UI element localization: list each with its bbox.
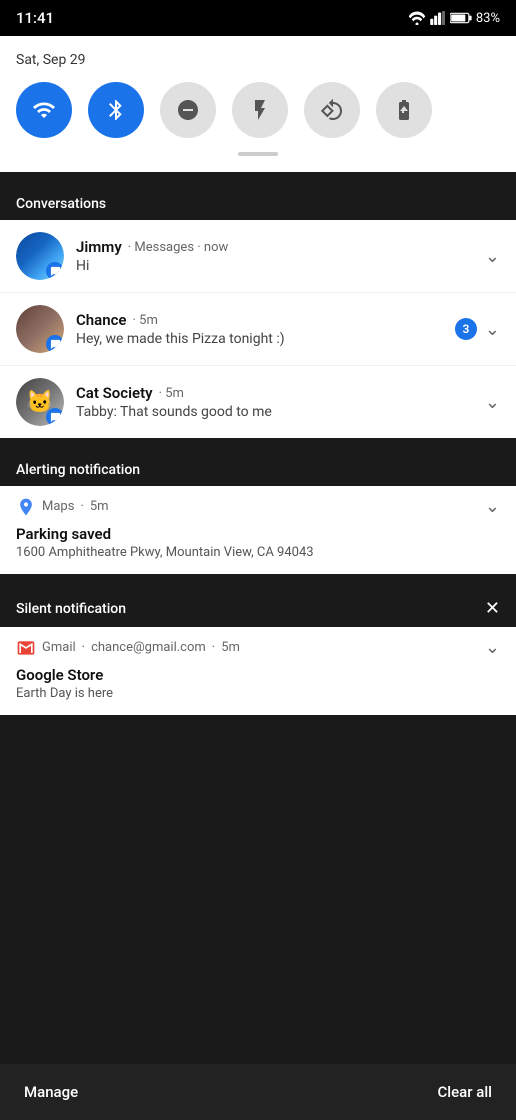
signal-status-icon: [430, 11, 446, 25]
gap-1: [0, 172, 516, 184]
convo-text-jimmy: Hi: [76, 258, 477, 274]
clear-all-button[interactable]: Clear all: [438, 1083, 493, 1101]
qs-bluetooth-button[interactable]: [88, 82, 144, 138]
convo-content-cat-society: Cat Society · 5m Tabby: That sounds good…: [76, 384, 477, 420]
qs-wifi-button[interactable]: [16, 82, 72, 138]
conversation-chance[interactable]: Chance · 5m Hey, we made this Pizza toni…: [0, 293, 516, 366]
silent-notification-card[interactable]: Gmail · chance@gmail.com · 5m ⌄ Google S…: [0, 627, 516, 715]
convo-name-cat-society: Cat Society: [76, 384, 153, 402]
avatar-chance: [16, 305, 64, 353]
convo-meta-jimmy: · Messages · now: [128, 240, 229, 255]
gap-2: [0, 438, 516, 450]
messages-app-icon-cat: [46, 408, 64, 426]
conversations-section-label: Conversations: [0, 184, 516, 220]
gmail-app-icon: [16, 638, 36, 658]
wifi-status-icon: [408, 11, 426, 25]
status-bar: 11:41 83%: [0, 0, 516, 36]
bottom-action-bar: Manage Clear all: [0, 1064, 516, 1120]
convo-content-jimmy: Jimmy · Messages · now Hi: [76, 238, 477, 274]
qs-flashlight-button[interactable]: [232, 82, 288, 138]
qs-battery-saver-button[interactable]: [376, 82, 432, 138]
alerting-section-label: Alerting notification: [0, 450, 516, 486]
silent-title: Google Store: [16, 666, 500, 684]
convo-meta-cat-society: · 5m: [159, 386, 184, 401]
messages-app-icon-chance: [46, 335, 64, 353]
convo-content-chance: Chance · 5m Hey, we made this Pizza toni…: [76, 311, 447, 347]
silent-email: chance@gmail.com: [91, 640, 206, 655]
unread-badge-chance: 3: [455, 318, 477, 340]
convo-meta-chance: · 5m: [133, 313, 158, 328]
alerting-app-name: Maps: [42, 499, 74, 514]
qs-date: Sat, Sep 29: [16, 52, 500, 68]
manage-button[interactable]: Manage: [24, 1083, 78, 1101]
silent-close-button[interactable]: ✕: [485, 598, 500, 619]
gap-3: [0, 574, 516, 586]
silent-section-label: Silent notification ✕: [0, 586, 516, 627]
silent-time: 5m: [221, 640, 240, 655]
silent-text: Earth Day is here: [16, 686, 500, 701]
convo-name-jimmy: Jimmy: [76, 238, 122, 256]
alerting-app-dot: ·: [80, 499, 83, 514]
qs-drag-handle: [238, 152, 278, 156]
quick-settings-panel: Sat, Sep 29: [0, 36, 516, 172]
conversation-cat-society[interactable]: 🐱 Cat Society · 5m Tabby: That sounds go…: [0, 366, 516, 438]
alerting-notification-card[interactable]: Maps · 5m ⌄ Parking saved 1600 Amphithea…: [0, 486, 516, 574]
silent-app-info: Gmail · chance@gmail.com · 5m: [16, 638, 240, 658]
avatar-jimmy: [16, 232, 64, 280]
messages-app-icon: [46, 262, 64, 280]
chevron-down-icon-maps[interactable]: ⌄: [485, 496, 500, 517]
battery-status-icon: [450, 11, 472, 25]
qs-dnd-button[interactable]: [160, 82, 216, 138]
alerting-title: Parking saved: [16, 525, 500, 543]
status-time: 11:41: [16, 9, 54, 27]
conversations-card: Jimmy · Messages · now Hi ⌄ Chance · 5m …: [0, 220, 516, 438]
qs-rotate-button[interactable]: [304, 82, 360, 138]
gap-bottom: [0, 715, 516, 775]
convo-text-chance: Hey, we made this Pizza tonight :): [76, 331, 447, 347]
status-icons: 83%: [408, 11, 500, 26]
chevron-down-icon-jimmy[interactable]: ⌄: [485, 246, 500, 267]
maps-app-icon: [16, 497, 36, 517]
convo-name-chance: Chance: [76, 311, 127, 329]
chevron-down-icon-cat[interactable]: ⌄: [485, 392, 500, 413]
alerting-text: 1600 Amphitheatre Pkwy, Mountain View, C…: [16, 545, 500, 560]
qs-buttons-row: [16, 82, 500, 138]
conversation-jimmy[interactable]: Jimmy · Messages · now Hi ⌄: [0, 220, 516, 293]
silent-app-name: Gmail: [42, 640, 76, 655]
avatar-cat-society: 🐱: [16, 378, 64, 426]
convo-text-cat-society: Tabby: That sounds good to me: [76, 404, 477, 420]
chevron-down-icon-gmail[interactable]: ⌄: [485, 637, 500, 658]
alerting-app-info: Maps · 5m: [16, 497, 109, 517]
alerting-time: 5m: [90, 499, 109, 514]
chevron-down-icon-chance[interactable]: ⌄: [485, 319, 500, 340]
battery-percent: 83%: [476, 11, 500, 26]
